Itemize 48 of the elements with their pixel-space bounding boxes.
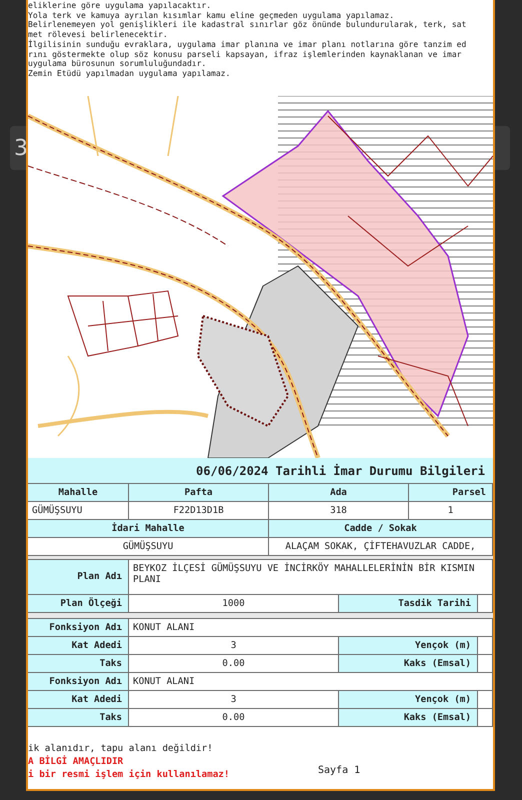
table-cell: 0.00 — [129, 709, 339, 727]
table-cell: KONUT ALANI — [129, 619, 493, 637]
column-header: Kaks (Emsal) — [339, 655, 478, 673]
table-cell: KONUT ALANI — [129, 673, 493, 691]
note-text: Belirlenemeyen yol genişlikleri ile kadastral sınırlar göz önünde bulundurularak, terk, sat — [28, 20, 466, 30]
table-cell: 0.00 — [129, 655, 339, 673]
table-cell: GÜMÜŞSUYU — [28, 502, 129, 520]
note-text: ik alanıdır, tapu alanı değildir! — [28, 742, 213, 755]
table-title: 06/06/2024 Tarihli İmar Durumu Bilgileri — [28, 458, 493, 484]
column-header: Ada — [269, 484, 409, 502]
column-header: Plan Ölçeği — [28, 595, 129, 613]
column-header: Kat Adedi — [28, 637, 129, 655]
column-header: Taks — [28, 709, 129, 727]
column-header: İdari Mahalle — [28, 520, 269, 538]
table-cell: 3 — [129, 637, 339, 655]
table-cell: 1 — [409, 502, 493, 520]
search-bar[interactable]: 3 — [10, 126, 26, 170]
column-header: Yençok (m) — [339, 691, 478, 709]
column-header: Cadde / Sokak — [269, 520, 493, 538]
table-cell: F22D13D1B — [129, 502, 269, 520]
warning-text: i bir resmi işlem için kullanılamaz! — [28, 768, 230, 781]
column-header: Parsel — [409, 484, 493, 502]
column-header: Fonksiyon Adı — [28, 619, 129, 637]
table-cell: 318 — [269, 502, 409, 520]
note-text: eliklerine göre uygulama yapılacaktır. — [28, 1, 212, 11]
search-bar-edge[interactable] — [495, 126, 510, 170]
warning-text: A BİLGİ AMAÇLIDIR — [28, 755, 124, 768]
note-text: met rölevesi belirlenecektir. — [28, 30, 168, 40]
column-header: Mahalle — [28, 484, 129, 502]
table-cell: 3 — [129, 691, 339, 709]
column-header: Yençok (m) — [339, 637, 478, 655]
column-header: Kat Adedi — [28, 691, 129, 709]
table-cell: GÜMÜŞSUYU — [28, 538, 269, 556]
note-text: İlgilisinin sunduğu evraklara, uygulama imar planına ve imar planı notlarına göre tanzim ed — [28, 40, 466, 50]
column-header: Tasdik Tarihi — [339, 595, 478, 613]
column-header: Taks — [28, 655, 129, 673]
column-header: Plan Adı — [28, 560, 129, 595]
note-text: Zemin Etüdü yapılmadan uygulama yapılamaz. — [28, 68, 230, 79]
column-header: Fonksiyon Adı — [28, 673, 129, 691]
table-cell: ALAÇAM SOKAK, ÇİFTEHAVUZLAR CADDE, — [269, 538, 493, 556]
note-text: uygulama bürosunun sorumluluğundadır. — [28, 59, 206, 69]
page-number: Sayfa 1 — [318, 764, 360, 778]
note-text: rını göstermekte olup söz konusu parseli kapsayan, ifraz işlemlerinden kaynaklanan ve imar — [28, 50, 462, 59]
table-cell: BEYKOZ İLÇESİ GÜMÜŞSUYU VE İNCİRKÖY MAHALLELERİNİN BİR KISMIN PLANI — [129, 560, 493, 595]
table-cell: 1000 — [129, 595, 339, 613]
column-header: Kaks (Emsal) — [339, 709, 478, 727]
column-header: Pafta — [129, 484, 269, 502]
note-text: Yola terk ve kamuya ayrılan kısımlar kamu eline geçmeden uygulama yapılamaz. — [28, 10, 394, 20]
